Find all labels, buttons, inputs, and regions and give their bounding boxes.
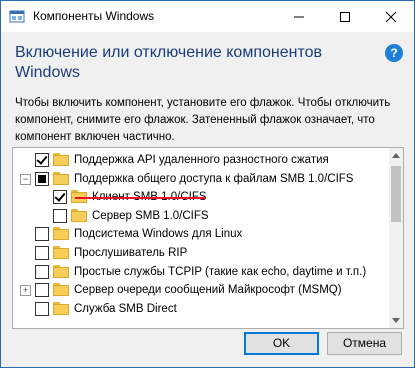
vertical-scrollbar[interactable]: [389, 148, 403, 328]
folder-icon: [53, 246, 69, 259]
tree-item-label: Прослушиватель RIP: [74, 247, 188, 259]
page-title: Включение или отключение компонентов Win…: [15, 44, 322, 81]
dialog-window: Компоненты Windows Включение или отключе…: [0, 0, 415, 368]
folder-icon: [71, 208, 87, 222]
scroll-up-arrow-icon[interactable]: [389, 148, 403, 164]
instructions-text: Чтобы включить компонент, установите его…: [15, 97, 391, 143]
scroll-down-arrow-icon[interactable]: [389, 312, 403, 328]
tree-item[interactable]: Подсистема Windows для Linux: [13, 225, 388, 243]
window-title: Компоненты Windows: [33, 9, 155, 23]
feature-checkbox[interactable]: [53, 208, 67, 223]
maximize-icon: [340, 12, 350, 22]
help-icon[interactable]: ?: [385, 44, 403, 62]
tree-item-label: Подсистема Windows для Linux: [74, 228, 243, 241]
feature-checkbox[interactable]: [53, 190, 67, 205]
folder-icon: [53, 301, 69, 315]
windows-features-icon: [9, 10, 25, 23]
minimize-button[interactable]: [276, 1, 322, 32]
feature-checkbox[interactable]: [35, 246, 49, 260]
tree-item-label: Поддержка общего доступа к файлам SMB 1.…: [74, 172, 354, 185]
feature-checkbox[interactable]: [35, 171, 49, 186]
tree-item[interactable]: + Сервер очереди сообщений Майкрософт (MS…: [13, 281, 388, 299]
tree-item-label: Поддержка API удаленного разностного сжа…: [74, 154, 329, 166]
feature-checkbox[interactable]: [35, 264, 49, 279]
tree-item-label: Сервер очереди сообщений Майкрософт (MSM…: [74, 284, 342, 297]
feature-checkbox[interactable]: [35, 153, 49, 167]
tree-item[interactable]: − Поддержка общего доступа к файлам SMB 1…: [13, 170, 388, 188]
maximize-button[interactable]: [322, 1, 368, 32]
feature-checkbox[interactable]: [35, 227, 49, 242]
expand-icon[interactable]: +: [20, 285, 31, 297]
tree-item[interactable]: Поддержка API удаленного разностного сжа…: [13, 151, 388, 169]
tree-item-label: Простые службы TCPIP (такие как echo, da…: [74, 265, 367, 278]
collapse-icon[interactable]: −: [20, 173, 31, 185]
close-icon: [385, 11, 397, 23]
cancel-button[interactable]: Отмена: [327, 332, 402, 355]
scrollbar-thumb[interactable]: [391, 166, 401, 222]
tree-item-label: Сервер SMB 1.0/CIFS: [92, 209, 209, 222]
features-tree[interactable]: Поддержка API удаленного разностного сжа…: [12, 147, 404, 329]
close-button[interactable]: [368, 1, 414, 32]
minimize-icon: [294, 16, 304, 18]
folder-icon: [53, 264, 69, 278]
feature-checkbox[interactable]: [35, 283, 49, 298]
folder-icon: [53, 227, 69, 241]
tree-item[interactable]: Служба SMB Direct: [13, 300, 388, 318]
folder-icon: [53, 153, 69, 166]
ok-button[interactable]: OK: [244, 332, 319, 355]
highlight-underline: [75, 197, 206, 199]
tree-item[interactable]: Сервер SMB 1.0/CIFS: [13, 207, 388, 225]
feature-checkbox[interactable]: [35, 301, 49, 316]
folder-icon: [53, 171, 69, 185]
title-bar[interactable]: Компоненты Windows: [1, 1, 414, 32]
tree-item[interactable]: Простые службы TCPIP (такие как echo, da…: [13, 263, 388, 281]
tree-item[interactable]: Прослушиватель RIP: [13, 244, 388, 262]
folder-icon: [53, 283, 69, 297]
tree-item-label: Служба SMB Direct: [74, 302, 177, 315]
